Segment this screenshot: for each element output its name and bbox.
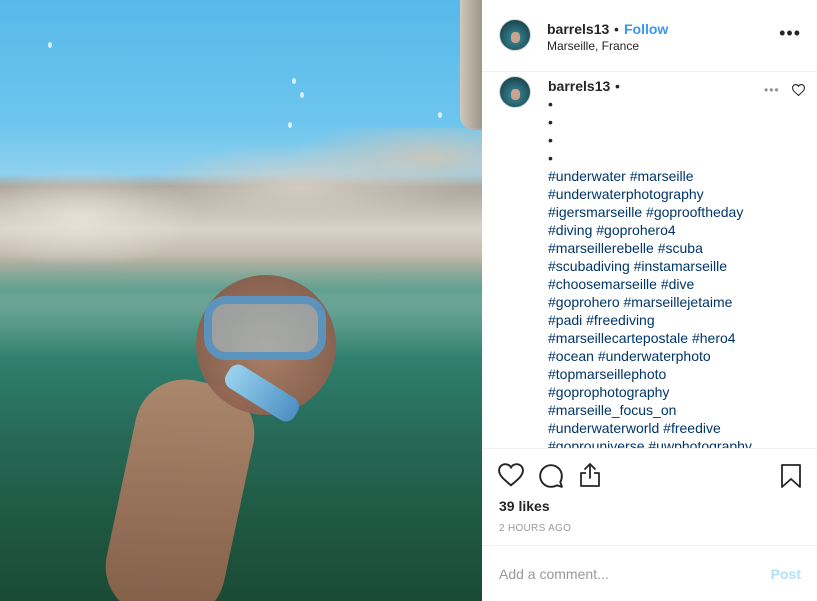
hashtag-line[interactable]: #topmarseillephoto xyxy=(548,365,798,383)
post-comment-button[interactable]: Post xyxy=(771,566,801,582)
caption-line: • xyxy=(548,150,553,166)
caption-line: • xyxy=(548,114,553,130)
caption-line: • xyxy=(548,132,553,148)
post-timestamp: 2 HOURS AGO xyxy=(499,523,572,534)
photo-rock xyxy=(460,0,482,130)
heart-icon[interactable] xyxy=(498,463,524,492)
add-comment-bar: Post xyxy=(482,545,817,601)
avatar[interactable] xyxy=(499,76,531,108)
post-actions: 39 likes 2 HOURS AGO xyxy=(482,448,817,545)
comment-bubble-icon[interactable] xyxy=(538,463,564,494)
hashtag-line[interactable]: #underwater #marseille xyxy=(548,167,798,185)
hashtag-line[interactable]: #ocean #underwaterphoto xyxy=(548,347,798,365)
location-link[interactable]: Marseille, France xyxy=(547,39,639,53)
caption-username[interactable]: barrels13 xyxy=(548,78,610,94)
photo-dive-mask xyxy=(204,296,326,360)
share-icon[interactable] xyxy=(578,462,602,493)
photo-bubble xyxy=(48,42,52,48)
hashtag-line[interactable]: #choosemarseille #dive xyxy=(548,275,798,293)
hashtag-line[interactable]: #goprouniverse #uwphotography xyxy=(548,437,798,448)
bookmark-icon[interactable] xyxy=(780,463,802,494)
separator-dot: • xyxy=(614,21,619,37)
hashtag-line[interactable]: #underwaterphotography xyxy=(548,185,798,203)
photo-bubble xyxy=(288,122,292,128)
photo-bubble xyxy=(300,92,304,98)
likes-count[interactable]: 39 likes xyxy=(499,498,550,514)
caption-comment: barrels13 • • • • • • • • #underwater #mar… xyxy=(482,73,817,448)
caption-text: • • • • #underwater #marseille #underwat… xyxy=(548,95,798,448)
avatar[interactable] xyxy=(499,19,531,51)
hashtag-line[interactable]: #goprohero #marseillejetaime xyxy=(548,293,798,311)
hashtag-line[interactable]: #scubadiving #instamarseille xyxy=(548,257,798,275)
hashtag-line[interactable]: #padi #freediving xyxy=(548,311,798,329)
post-header: barrels13 • Follow Marseille, France ••• xyxy=(482,0,817,72)
header-username[interactable]: barrels13 xyxy=(547,21,609,37)
post-photo[interactable] xyxy=(0,0,482,601)
hashtag-line[interactable]: #marseillecartepostale #hero4 xyxy=(548,329,798,347)
caption-line: • xyxy=(548,96,553,112)
photo-bubble xyxy=(438,112,442,118)
follow-button[interactable]: Follow xyxy=(624,21,668,37)
hashtag-line[interactable]: #marseillerebelle #scuba xyxy=(548,239,798,257)
photo-bubble xyxy=(292,78,296,84)
post-side-panel: barrels13 • Follow Marseille, France •••… xyxy=(482,0,817,601)
hashtag-line[interactable]: #diving #goprohero4 xyxy=(548,221,798,239)
separator-dot: • xyxy=(615,78,620,94)
hashtag-line[interactable]: #goprophotography xyxy=(548,383,798,401)
hashtag-line[interactable]: #underwaterworld #freedive xyxy=(548,419,798,437)
more-horizontal-icon[interactable]: ••• xyxy=(779,24,801,42)
hashtag-line[interactable]: #marseille_focus_on xyxy=(548,401,798,419)
hashtag-line[interactable]: #igersmarseille #goprooftheday xyxy=(548,203,798,221)
comment-input[interactable] xyxy=(499,564,749,584)
